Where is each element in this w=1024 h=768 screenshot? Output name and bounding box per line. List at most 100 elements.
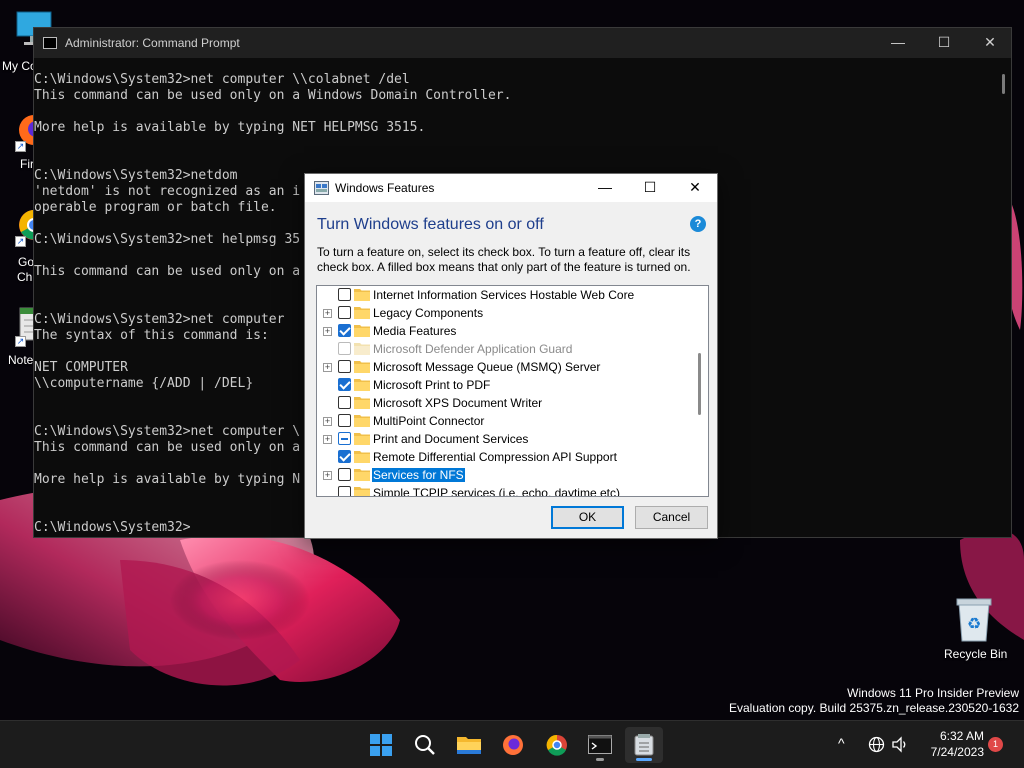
- folder-icon: [354, 289, 370, 301]
- wf-minimize-button[interactable]: —: [582, 174, 628, 202]
- desktop-icon-label: Note: [8, 353, 34, 367]
- cmd-output-line: [34, 104, 994, 120]
- wf-close-button[interactable]: ✕: [672, 174, 718, 202]
- desktop-icon-label: Ch: [17, 270, 33, 284]
- feature-item[interactable]: + Media Features: [317, 322, 693, 340]
- feature-checkbox[interactable]: [338, 450, 351, 463]
- feature-item[interactable]: Microsoft Defender Application Guard: [317, 340, 693, 358]
- cmd-scrollbar[interactable]: [1002, 74, 1005, 94]
- feature-item[interactable]: + Microsoft Message Queue (MSMQ) Server: [317, 358, 693, 376]
- feature-item[interactable]: + Services for NFS: [317, 466, 693, 484]
- feature-checkbox[interactable]: [338, 468, 351, 481]
- taskbar: ^ 6:32 AM 7/24/2023 1: [0, 720, 1024, 768]
- feature-item[interactable]: Remote Differential Compression API Supp…: [317, 448, 693, 466]
- feature-checkbox[interactable]: [338, 360, 351, 373]
- expand-icon[interactable]: +: [323, 417, 332, 426]
- wf-titlebar[interactable]: Windows Features — ☐ ✕: [305, 174, 717, 202]
- start-button-icon: [370, 734, 392, 756]
- feature-checkbox: [338, 342, 351, 355]
- feature-label: Microsoft Defender Application Guard: [373, 342, 573, 356]
- feature-checkbox[interactable]: [338, 324, 351, 337]
- start-button[interactable]: [362, 727, 400, 763]
- feature-label: Legacy Components: [373, 306, 484, 320]
- windows-features-icon: [634, 734, 654, 756]
- taskbar-search[interactable]: [406, 727, 444, 763]
- folder-icon: [354, 361, 370, 373]
- feature-label: Microsoft Print to PDF: [373, 378, 491, 392]
- svg-text:♻: ♻: [967, 614, 981, 633]
- terminal-icon: [588, 735, 612, 754]
- taskbar-file-explorer[interactable]: [450, 727, 488, 763]
- feature-checkbox[interactable]: [338, 288, 351, 301]
- clock-date: 7/24/2023: [930, 745, 984, 759]
- feature-label: Print and Document Services: [373, 432, 529, 446]
- feature-label: Media Features: [373, 324, 457, 338]
- cmd-app-icon: [43, 37, 57, 49]
- windows-features-app-icon: [314, 181, 329, 195]
- cmd-maximize-button[interactable]: ☐: [921, 28, 967, 58]
- shortcut-arrow-icon: ↗: [15, 336, 26, 347]
- expand-icon[interactable]: +: [323, 435, 332, 444]
- features-tree-scrollbar[interactable]: [698, 353, 701, 415]
- feature-item[interactable]: Simple TCPIP services (i.e. echo, daytim…: [317, 484, 693, 496]
- desktop-icon-label: My Co: [2, 59, 34, 73]
- cmd-titlebar[interactable]: Administrator: Command Prompt — ☐ ✕: [34, 28, 1011, 58]
- cmd-minimize-button[interactable]: —: [875, 28, 921, 58]
- folder-icon: [354, 379, 370, 391]
- expand-icon[interactable]: +: [323, 309, 332, 318]
- watermark-build: Evaluation copy. Build 25375.zn_release.…: [729, 701, 1019, 715]
- expand-icon[interactable]: +: [323, 471, 332, 480]
- cmd-output-line: C:\Windows\System32>net computer \\colab…: [34, 72, 410, 87]
- watermark-edition: Windows 11 Pro Insider Preview: [847, 686, 1019, 700]
- tray-chevron-icon[interactable]: ^: [838, 735, 845, 751]
- wf-heading: Turn Windows features on or off: [317, 216, 544, 233]
- features-tree[interactable]: Internet Information Services Hostable W…: [316, 285, 709, 497]
- clock-time: 6:32 AM: [939, 729, 984, 743]
- cmd-close-button[interactable]: ✕: [967, 28, 1013, 58]
- cmd-output-line: More help is available by typing NET HEL…: [34, 120, 426, 135]
- notification-badge[interactable]: 1: [988, 737, 1003, 752]
- wf-maximize-button[interactable]: ☐: [627, 174, 673, 202]
- taskbar-firefox[interactable]: [494, 727, 532, 763]
- feature-checkbox[interactable]: [338, 432, 351, 445]
- folder-icon: [354, 325, 370, 337]
- feature-item[interactable]: Microsoft XPS Document Writer: [317, 394, 693, 412]
- search-icon: [415, 735, 435, 755]
- feature-checkbox[interactable]: [338, 396, 351, 409]
- shortcut-arrow-icon: ↗: [15, 141, 26, 152]
- cmd-title: Administrator: Command Prompt: [65, 36, 240, 50]
- folder-icon: [354, 343, 370, 355]
- cmd-output-line: [34, 152, 994, 168]
- expand-icon[interactable]: +: [323, 363, 332, 372]
- cmd-output-line: [34, 136, 994, 152]
- feature-checkbox[interactable]: [338, 378, 351, 391]
- feature-label: Internet Information Services Hostable W…: [373, 288, 635, 302]
- active-indicator: [636, 758, 652, 761]
- feature-item[interactable]: + Print and Document Services: [317, 430, 693, 448]
- cancel-button[interactable]: Cancel: [635, 506, 708, 529]
- recycle-bin-icon: ♻: [956, 598, 992, 642]
- folder-icon: [354, 397, 370, 409]
- feature-checkbox[interactable]: [338, 414, 351, 427]
- taskbar-windows-features[interactable]: [625, 727, 663, 763]
- wf-title: Windows Features: [335, 181, 435, 195]
- feature-item[interactable]: + Legacy Components: [317, 304, 693, 322]
- expand-icon[interactable]: +: [323, 327, 332, 336]
- globe-icon[interactable]: [868, 736, 885, 753]
- feature-checkbox[interactable]: [338, 486, 351, 496]
- feature-item[interactable]: Microsoft Print to PDF: [317, 376, 693, 394]
- feature-label: Microsoft Message Queue (MSMQ) Server: [373, 360, 601, 374]
- feature-item[interactable]: + MultiPoint Connector: [317, 412, 693, 430]
- feature-label: Remote Differential Compression API Supp…: [373, 450, 617, 464]
- taskbar-clock[interactable]: 6:32 AM 7/24/2023: [914, 728, 984, 760]
- ok-button[interactable]: OK: [551, 506, 624, 529]
- feature-item[interactable]: Internet Information Services Hostable W…: [317, 286, 693, 304]
- taskbar-terminal[interactable]: [581, 727, 619, 763]
- feature-label: Microsoft XPS Document Writer: [373, 396, 543, 410]
- feature-checkbox[interactable]: [338, 306, 351, 319]
- desktop-icon-label: Fir: [20, 157, 34, 171]
- help-icon[interactable]: ?: [690, 216, 706, 232]
- volume-icon[interactable]: [891, 736, 909, 753]
- windows-features-dialog[interactable]: Windows Features — ☐ ✕ Turn Windows feat…: [304, 173, 718, 539]
- taskbar-chrome[interactable]: [538, 727, 576, 763]
